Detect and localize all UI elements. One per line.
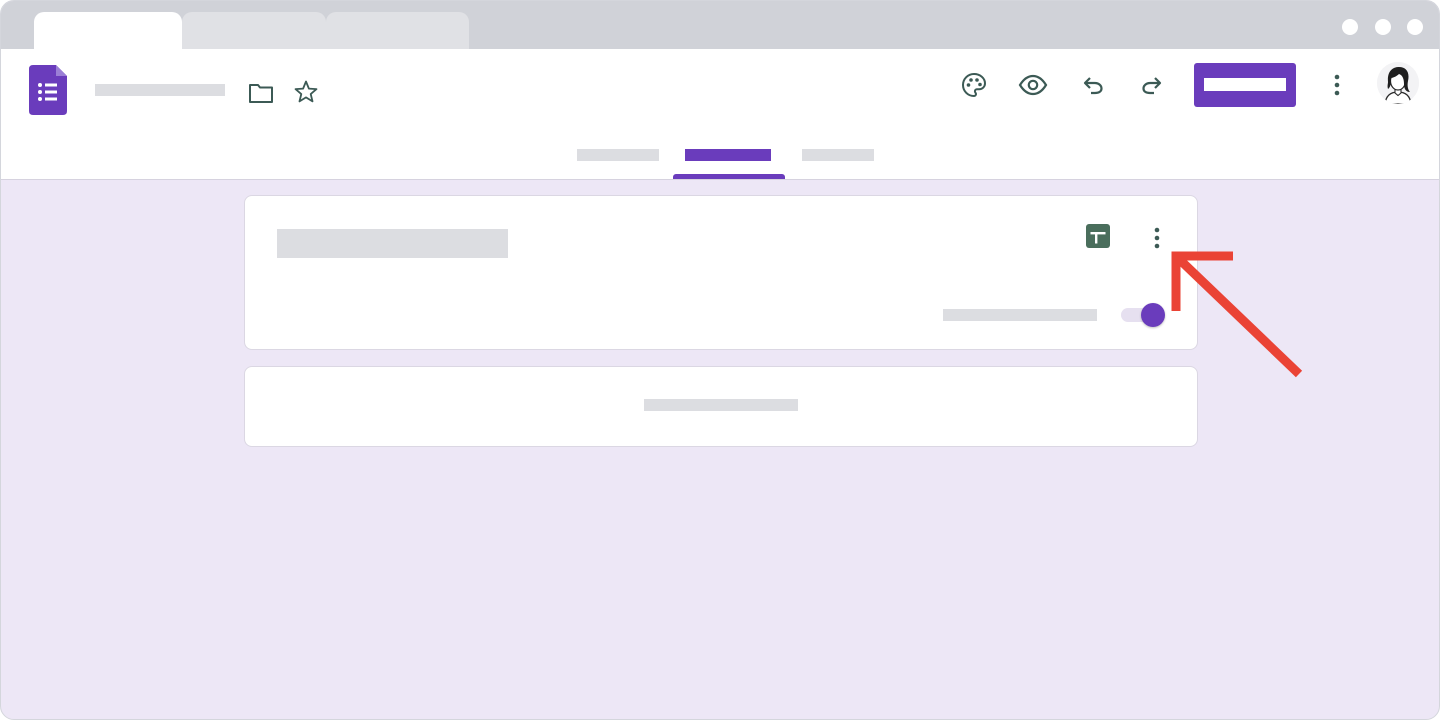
tab-questions[interactable] [577,149,659,161]
preview-button[interactable] [1016,69,1050,101]
active-tab-indicator [673,174,785,179]
responses-count-title [277,229,508,258]
star-button[interactable] [292,78,320,106]
star-icon [294,80,318,103]
annotation-arrow-icon [1171,251,1303,378]
folder-icon [249,84,273,103]
summary-card [244,366,1198,447]
tab-label [577,149,659,161]
more-vert-icon [1154,227,1160,249]
tab-settings[interactable] [802,149,874,161]
summary-card-label[interactable] [644,399,798,411]
undo-icon [1083,77,1103,95]
window-control-dot[interactable] [1342,19,1358,35]
accepting-responses-label [943,309,1097,321]
send-button[interactable] [1194,63,1296,107]
google-forms-icon[interactable] [29,65,67,115]
window-control-dot[interactable] [1407,19,1423,35]
avatar-icon [1377,62,1419,104]
eye-icon [1018,74,1048,96]
responses-card [244,195,1198,350]
send-button-label [1204,78,1286,91]
undo-button[interactable] [1079,71,1107,99]
window-control-dot[interactable] [1375,19,1391,35]
app-header [1,49,1439,180]
redo-icon [1142,77,1162,95]
more-options-button[interactable] [1327,71,1347,99]
avatar[interactable] [1377,62,1419,104]
tab-label [802,149,874,161]
sheets-icon [1086,224,1110,248]
link-to-sheets-button[interactable] [1085,223,1111,249]
palette-icon [961,72,987,98]
redo-button[interactable] [1138,71,1166,99]
customize-theme-button[interactable] [958,69,990,101]
browser-window [0,0,1440,720]
browser-tab[interactable] [182,12,326,49]
move-to-folder-button[interactable] [247,79,275,107]
browser-tab[interactable] [326,12,469,49]
more-vert-icon [1334,74,1340,96]
tab-responses[interactable] [685,149,771,161]
tab-label [685,149,771,161]
form-title[interactable] [95,84,225,96]
browser-tab-strip [1,1,1439,49]
browser-tab-active[interactable] [34,12,182,49]
